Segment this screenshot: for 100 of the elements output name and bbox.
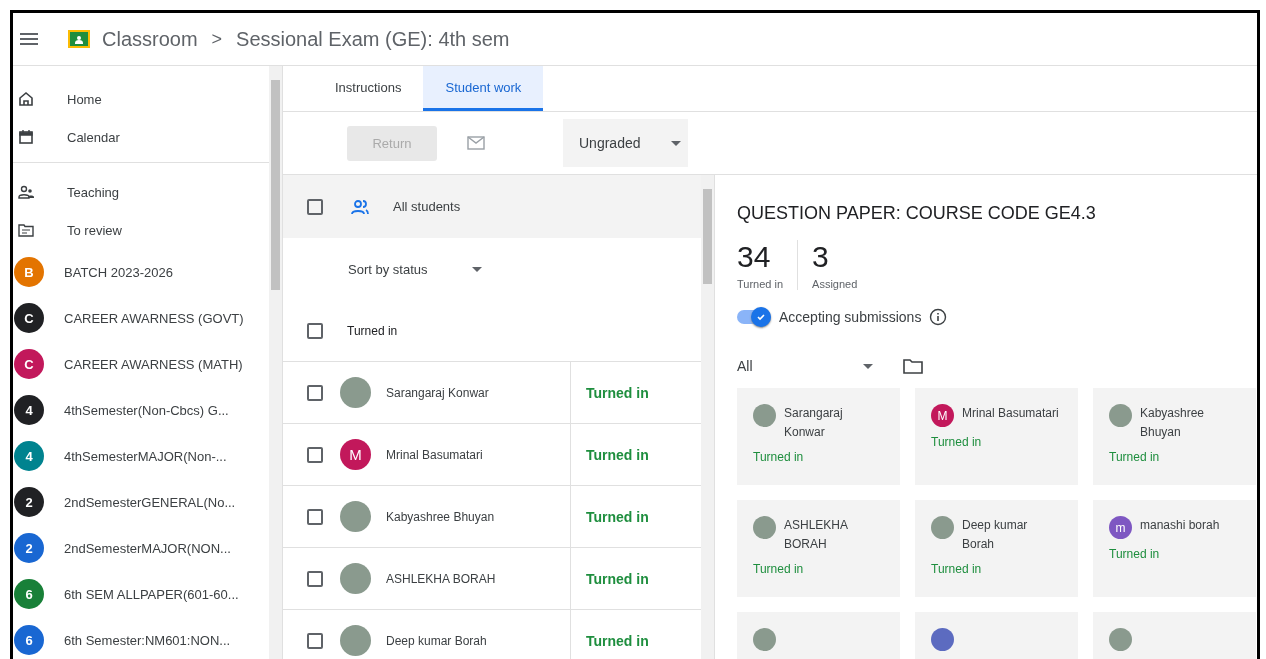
checkbox[interactable] [307,570,323,587]
class-item[interactable]: C CAREER AWARNESS (GOVT) [13,295,269,341]
caret-icon [862,363,873,369]
checkbox[interactable] [307,446,323,463]
student-name: Sarangaraj Konwar [784,405,844,441]
student-avatar: M [931,404,954,427]
group-heading: Turned in [347,323,398,338]
student-card[interactable]: M Mrinal Basumatari Turned in [915,388,1078,485]
page-title: Sessional Exam (GE): 4th sem [236,27,510,51]
check-icon [756,312,766,322]
class-avatar: 4 [14,395,44,425]
sidebar-item[interactable]: To review [13,211,269,249]
sort-dropdown[interactable]: Sort by status [348,261,483,277]
scrollbar[interactable] [269,66,282,659]
photo-placeholder [1109,404,1132,427]
class-avatar: B [14,257,44,287]
stat-label: Turned in [737,278,784,290]
student-name[interactable]: Kabyashree Bhuyan [386,509,495,524]
email-icon[interactable] [467,136,485,150]
class-avatar: C [14,349,44,379]
filter-dropdown[interactable]: All [737,358,875,374]
stat-value: 3 [812,240,830,274]
caret-icon [670,140,681,146]
photo-placeholder [753,516,776,539]
student-name[interactable]: Deep kumar Borah [386,633,487,648]
info-icon[interactable] [929,308,948,326]
all-students-label[interactable]: All students [393,199,461,214]
sidebar-item[interactable]: Home [13,80,269,118]
home-icon [18,91,34,107]
status-label: Turned in [1109,450,1161,464]
student-avatar: M [340,439,371,470]
student-name[interactable]: Sarangaraj Konwar [386,385,489,400]
status-label: Turned in [753,450,805,464]
status-label: Turned in [753,562,805,576]
status-label: Turned in [931,435,983,449]
status-label: Turned in [586,446,649,463]
class-item[interactable]: 2 2ndSemesterMAJOR(NON... [13,525,269,571]
class-item[interactable]: 4 4thSemesterMAJOR(Non-... [13,433,269,479]
people-icon [18,184,34,200]
photo-placeholder [931,516,954,539]
class-avatar: 2 [14,487,44,517]
folder-icon[interactable] [903,358,923,374]
tab[interactable]: Instructions [313,66,424,111]
photo-placeholder [340,563,371,594]
student-avatar: m [1109,516,1132,539]
photo-placeholder [340,377,371,408]
breadcrumb-separator: > [211,28,223,50]
checkbox[interactable] [307,632,323,649]
status-label: Turned in [586,632,649,649]
checkbox[interactable] [307,198,323,215]
calendar-icon [18,129,34,145]
photo-placeholder [1109,628,1132,651]
class-avatar: 2 [14,533,44,563]
classroom-logo-icon [68,30,90,48]
toggle-switch[interactable] [737,310,771,324]
folder-icon [18,222,34,238]
class-item[interactable]: C CAREER AWARNESS (MATH) [13,341,269,387]
checkbox[interactable] [307,508,323,525]
caret-icon [472,266,483,272]
student-card[interactable]: Sarangaraj Konwar Turned in [737,388,900,485]
class-item[interactable]: 2 2ndSemesterGENERAL(No... [13,479,269,525]
tab[interactable]: Student work [423,66,544,111]
photo-placeholder [340,625,371,656]
student-card[interactable]: ASHLEKHA BORAH Turned in [737,500,900,597]
student-name: Kabyashree Bhuyan [1140,405,1206,441]
class-item[interactable]: 6 6th SEM ALLPAPER(601-60... [13,571,269,617]
status-label: Turned in [586,508,649,525]
scrollbar[interactable] [701,175,714,659]
menu-icon[interactable] [20,33,38,45]
status-label: Turned in [586,384,649,401]
status-label: Turned in [931,562,983,576]
student-name: manashi borah [1140,517,1220,534]
class-avatar: C [14,303,44,333]
grade-dropdown[interactable]: Ungraded [563,119,688,167]
status-label: Turned in [1109,547,1161,561]
student-name[interactable]: Mrinal Basumatari [386,447,483,462]
checkbox[interactable] [307,322,323,339]
app-name[interactable]: Classroom [102,27,198,51]
class-item[interactable]: 4 4thSemester(Non-Cbcs) G... [13,387,269,433]
checkbox[interactable] [307,384,323,401]
sidebar-item[interactable]: Teaching [13,173,269,211]
photo-placeholder [753,404,776,427]
people-icon [350,198,370,215]
student-name[interactable]: ASHLEKHA BORAH [386,571,496,586]
student-card[interactable]: Deep kumar Borah Turned in [915,500,1078,597]
class-avatar: 6 [14,579,44,609]
student-name: Mrinal Basumatari [962,405,1059,422]
class-avatar: 6 [14,625,44,655]
status-label: Turned in [586,570,649,587]
class-item[interactable]: 6 6th Semester:NM601:NON... [13,617,269,659]
assignment-title: QUESTION PAPER: COURSE CODE GE4.3 [737,203,1097,224]
student-card[interactable]: m manashi borah Turned in [1093,500,1256,597]
stat-value: 34 [737,240,772,274]
photo-placeholder [340,501,371,532]
student-card[interactable]: Kabyashree Bhuyan Turned in [1093,388,1256,485]
photo-placeholder [753,628,776,651]
student-name: ASHLEKHA BORAH [784,517,849,553]
sidebar-item[interactable]: Calendar [13,118,269,156]
class-avatar: 4 [14,441,44,471]
class-item[interactable]: B BATCH 2023-2026 [13,249,269,295]
